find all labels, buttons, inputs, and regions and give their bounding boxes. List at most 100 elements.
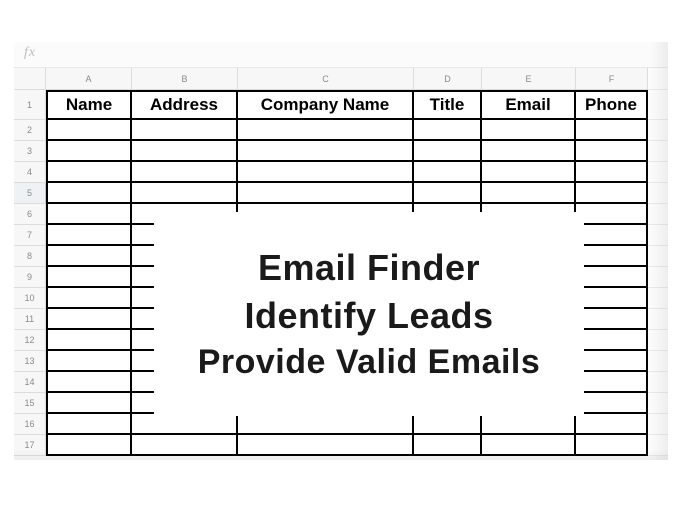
cell-E2[interactable] [482,120,576,141]
overlay-line-1: Email Finder [258,247,480,289]
row-header-14[interactable]: 14 [14,372,46,393]
cell-F4[interactable] [576,162,648,183]
cell-D4[interactable] [414,162,482,183]
cell-C1[interactable]: Company Name [238,90,414,120]
row-header-10[interactable]: 10 [14,288,46,309]
col-header-D[interactable]: D [414,68,482,90]
cell-A14[interactable] [46,372,132,393]
cell-A6[interactable] [46,204,132,225]
cell-D2[interactable] [414,120,482,141]
row-filler [648,204,668,225]
cell-F7[interactable] [576,225,648,246]
cell-D5[interactable] [414,183,482,204]
cell-B5[interactable] [132,183,238,204]
col-header-F[interactable]: F [576,68,648,90]
cell-E17[interactable] [482,435,576,456]
cell-A12[interactable] [46,330,132,351]
cell-A2[interactable] [46,120,132,141]
row-header-11[interactable]: 11 [14,309,46,330]
row-filler [648,120,668,141]
cell-E3[interactable] [482,141,576,162]
col-header-C[interactable]: C [238,68,414,90]
row-header-16[interactable]: 16 [14,414,46,435]
cell-C4[interactable] [238,162,414,183]
cell-C16[interactable] [238,414,414,435]
cell-D3[interactable] [414,141,482,162]
col-header-filler [648,68,668,90]
cell-A10[interactable] [46,288,132,309]
cell-A13[interactable] [46,351,132,372]
cell-D1[interactable]: Title [414,90,482,120]
col-header-A[interactable]: A [46,68,132,90]
row-header-12[interactable]: 12 [14,330,46,351]
cell-F15[interactable] [576,393,648,414]
cell-B1[interactable]: Address [132,90,238,120]
cell-B2[interactable] [132,120,238,141]
row-header-6[interactable]: 6 [14,204,46,225]
cell-C17[interactable] [238,435,414,456]
cell-A11[interactable] [46,309,132,330]
row-header-1[interactable]: 1 [14,90,46,120]
row-filler [648,288,668,309]
row-header-15[interactable]: 15 [14,393,46,414]
row-header-7[interactable]: 7 [14,225,46,246]
cell-F10[interactable] [576,288,648,309]
cell-A3[interactable] [46,141,132,162]
row-header-4[interactable]: 4 [14,162,46,183]
cell-B17[interactable] [132,435,238,456]
row-1: 1 Name Address Company Name Title Email … [14,90,668,120]
cell-B16[interactable] [132,414,238,435]
cell-F14[interactable] [576,372,648,393]
row-filler [648,393,668,414]
cell-F8[interactable] [576,246,648,267]
row-filler [648,330,668,351]
cell-D17[interactable] [414,435,482,456]
cell-A4[interactable] [46,162,132,183]
cell-E5[interactable] [482,183,576,204]
row-header-3[interactable]: 3 [14,141,46,162]
row-filler [648,351,668,372]
col-header-E[interactable]: E [482,68,576,90]
cell-F12[interactable] [576,330,648,351]
cell-F5[interactable] [576,183,648,204]
cell-F3[interactable] [576,141,648,162]
cell-C2[interactable] [238,120,414,141]
row-header-13[interactable]: 13 [14,351,46,372]
cell-F9[interactable] [576,267,648,288]
cell-C3[interactable] [238,141,414,162]
select-all-corner[interactable] [14,68,46,90]
cell-A17[interactable] [46,435,132,456]
cell-E1[interactable]: Email [482,90,576,120]
row-header-2[interactable]: 2 [14,120,46,141]
cell-C5[interactable] [238,183,414,204]
cell-F2[interactable] [576,120,648,141]
cell-F6[interactable] [576,204,648,225]
row-header-8[interactable]: 8 [14,246,46,267]
cell-E16[interactable] [482,414,576,435]
formula-bar[interactable]: fx [14,42,668,68]
cell-A16[interactable] [46,414,132,435]
cell-F11[interactable] [576,309,648,330]
row-header-17[interactable]: 17 [14,435,46,456]
cell-F16[interactable] [576,414,648,435]
cell-A8[interactable] [46,246,132,267]
row-header-9[interactable]: 9 [14,267,46,288]
cell-D16[interactable] [414,414,482,435]
row-header-5[interactable]: 5 [14,183,46,204]
row-filler [648,267,668,288]
cell-F17[interactable] [576,435,648,456]
cell-F13[interactable] [576,351,648,372]
cell-E4[interactable] [482,162,576,183]
cell-A7[interactable] [46,225,132,246]
row-3: 3 [14,141,668,162]
cell-A9[interactable] [46,267,132,288]
cell-B3[interactable] [132,141,238,162]
cell-B4[interactable] [132,162,238,183]
cell-A1[interactable]: Name [46,90,132,120]
sheet-area: fx A B C D E F 1 Name Address Company Na… [14,42,668,460]
cell-A15[interactable] [46,393,132,414]
col-header-B[interactable]: B [132,68,238,90]
cell-F1[interactable]: Phone [576,90,648,120]
cell-A5[interactable] [46,183,132,204]
row-4: 4 [14,162,668,183]
